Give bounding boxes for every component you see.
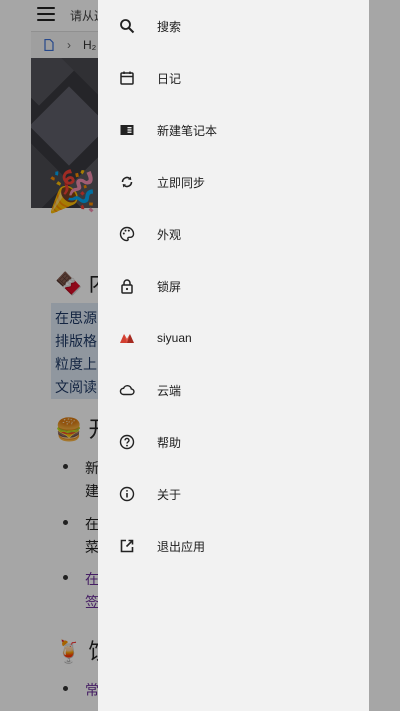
menu-item-label: 云端 xyxy=(157,383,182,398)
menu-item-label: 日记 xyxy=(157,71,182,86)
siyuan-logo-icon xyxy=(118,329,136,347)
menu-item-cloud[interactable]: 云端 xyxy=(98,364,369,416)
navigation-drawer: 搜索 日记 新建笔记本 立即同步 外观 锁屏 siyuan 云端 帮助 关于 退… xyxy=(98,0,369,711)
notebook-icon xyxy=(118,121,136,139)
sync-icon xyxy=(118,173,136,191)
menu-item-appearance[interactable]: 外观 xyxy=(98,208,369,260)
cloud-icon xyxy=(118,381,136,399)
palette-icon xyxy=(118,225,136,243)
menu-item-siyuan[interactable]: siyuan xyxy=(98,312,369,364)
menu-item-lock-screen[interactable]: 锁屏 xyxy=(98,260,369,312)
menu-item-about[interactable]: 关于 xyxy=(98,468,369,520)
calendar-icon xyxy=(118,69,136,87)
help-icon xyxy=(118,433,136,451)
menu-item-label: 新建笔记本 xyxy=(157,123,218,138)
menu-item-label: 退出应用 xyxy=(157,539,206,554)
exit-icon xyxy=(118,537,136,555)
menu-item-label: 外观 xyxy=(157,227,182,242)
menu-item-label: 锁屏 xyxy=(157,279,182,294)
menu-item-diary[interactable]: 日记 xyxy=(98,52,369,104)
menu-item-label: 立即同步 xyxy=(157,175,206,190)
menu-item-label: 搜索 xyxy=(157,19,182,34)
lock-icon xyxy=(118,277,136,295)
menu-item-label: siyuan xyxy=(157,331,192,345)
info-icon xyxy=(118,485,136,503)
search-icon xyxy=(118,17,136,35)
menu-item-sync[interactable]: 立即同步 xyxy=(98,156,369,208)
menu-item-label: 关于 xyxy=(157,487,182,502)
menu-item-label: 帮助 xyxy=(157,435,182,450)
menu-item-search[interactable]: 搜索 xyxy=(98,0,369,52)
menu-item-help[interactable]: 帮助 xyxy=(98,416,369,468)
menu-item-new-notebook[interactable]: 新建笔记本 xyxy=(98,104,369,156)
menu-item-exit[interactable]: 退出应用 xyxy=(98,520,369,572)
